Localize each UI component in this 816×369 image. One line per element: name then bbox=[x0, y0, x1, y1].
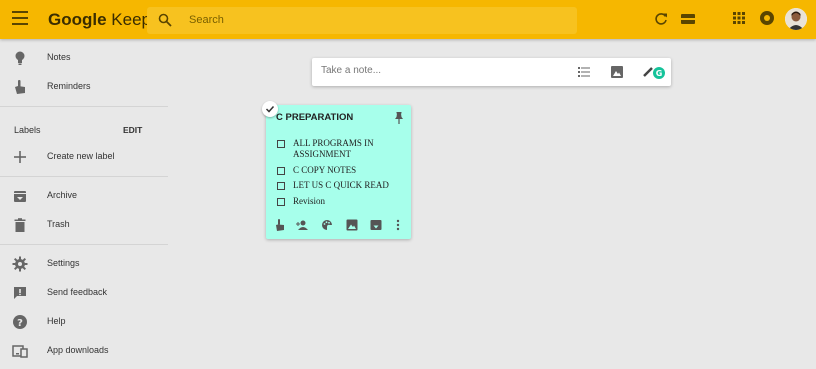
sidebar-item-app-downloads[interactable]: App downloads bbox=[0, 339, 168, 363]
refresh-icon[interactable] bbox=[654, 12, 668, 26]
sidebar-item-send-feedback[interactable]: Send feedback bbox=[0, 281, 168, 305]
checkbox[interactable] bbox=[277, 167, 285, 175]
sidebar-item-trash[interactable]: Trash bbox=[0, 213, 168, 237]
add-image-icon[interactable] bbox=[346, 219, 358, 231]
hamburger-menu-icon[interactable] bbox=[12, 11, 28, 27]
sidebar-item-label: Notes bbox=[47, 52, 71, 62]
sidebar-divider bbox=[0, 244, 168, 245]
logo-google-text: Google bbox=[48, 10, 107, 29]
take-note-input[interactable] bbox=[321, 65, 521, 76]
collaborator-icon[interactable] bbox=[296, 219, 308, 231]
sidebar-item-label: Help bbox=[47, 316, 66, 326]
new-list-icon[interactable] bbox=[578, 66, 590, 78]
sidebar-item-help[interactable]: ? Help bbox=[0, 310, 168, 334]
note-title[interactable]: C PREPARATION bbox=[276, 112, 353, 123]
devices-icon bbox=[12, 345, 28, 358]
lightbulb-icon bbox=[15, 51, 25, 65]
reminder-hand-icon bbox=[15, 80, 25, 94]
sidebar-item-label: App downloads bbox=[47, 345, 109, 355]
sidebar-item-label: Create new label bbox=[47, 151, 115, 161]
apps-grid-icon[interactable] bbox=[733, 12, 745, 24]
checklist-item-text[interactable]: LET US C QUICK READ bbox=[293, 180, 403, 191]
take-note-bar[interactable]: G bbox=[312, 58, 671, 86]
svg-text:G: G bbox=[656, 69, 663, 78]
trash-icon bbox=[14, 218, 26, 232]
app-logo[interactable]: Google Keep bbox=[48, 10, 151, 30]
note-toolbar bbox=[274, 219, 404, 233]
plus-icon bbox=[14, 151, 26, 163]
svg-text:?: ? bbox=[17, 318, 23, 329]
checklist-item-text[interactable]: C COPY NOTES bbox=[293, 165, 403, 176]
search-icon[interactable] bbox=[158, 13, 172, 27]
sidebar-divider bbox=[0, 176, 168, 177]
sidebar-item-label: Trash bbox=[47, 219, 70, 229]
help-icon: ? bbox=[13, 315, 27, 329]
feedback-icon bbox=[14, 287, 26, 299]
search-bar[interactable] bbox=[147, 7, 577, 34]
checklist-item-text[interactable]: ALL PROGRAMS IN ASSIGNMENT bbox=[293, 138, 403, 160]
new-drawing-icon[interactable]: G bbox=[642, 64, 666, 80]
sidebar-item-reminders[interactable]: Reminders bbox=[0, 75, 168, 99]
select-note-check-icon[interactable] bbox=[262, 101, 278, 117]
sidebar-item-settings[interactable]: Settings bbox=[0, 252, 168, 276]
sidebar-item-label: Settings bbox=[47, 258, 80, 268]
checkbox[interactable] bbox=[277, 198, 285, 206]
note-card[interactable]: C PREPARATION ALL PROGRAMS IN ASSIGNMENT… bbox=[266, 105, 411, 239]
sidebar-item-archive[interactable]: Archive bbox=[0, 184, 168, 208]
checklist-item-text[interactable]: Revision bbox=[293, 196, 403, 207]
remind-me-icon[interactable] bbox=[274, 219, 286, 231]
archive-icon[interactable] bbox=[370, 219, 382, 231]
new-image-icon[interactable] bbox=[611, 66, 623, 78]
app-header: Google Keep bbox=[0, 0, 816, 39]
more-options-icon[interactable] bbox=[392, 219, 404, 231]
sidebar-item-notes[interactable]: Notes bbox=[0, 46, 168, 70]
gear-icon bbox=[12, 256, 28, 272]
checkbox[interactable] bbox=[277, 140, 285, 148]
edit-labels-link[interactable]: EDIT bbox=[123, 125, 142, 135]
notifications-icon[interactable] bbox=[760, 11, 774, 25]
sidebar-item-create-label[interactable]: Create new label bbox=[0, 145, 168, 169]
checkbox[interactable] bbox=[277, 182, 285, 190]
labels-heading: Labels bbox=[14, 125, 41, 135]
search-input[interactable] bbox=[189, 12, 549, 28]
sidebar-divider bbox=[0, 106, 168, 107]
sidebar-item-label: Send feedback bbox=[47, 287, 108, 297]
archive-icon bbox=[14, 191, 26, 202]
sidebar-item-label: Archive bbox=[47, 190, 78, 200]
list-view-icon[interactable] bbox=[681, 14, 695, 24]
pin-icon[interactable] bbox=[394, 112, 404, 124]
sidebar-item-label: Reminders bbox=[47, 81, 91, 91]
change-color-icon[interactable] bbox=[321, 219, 333, 231]
account-avatar[interactable] bbox=[785, 8, 807, 30]
logo-keep-text: Keep bbox=[111, 10, 151, 29]
